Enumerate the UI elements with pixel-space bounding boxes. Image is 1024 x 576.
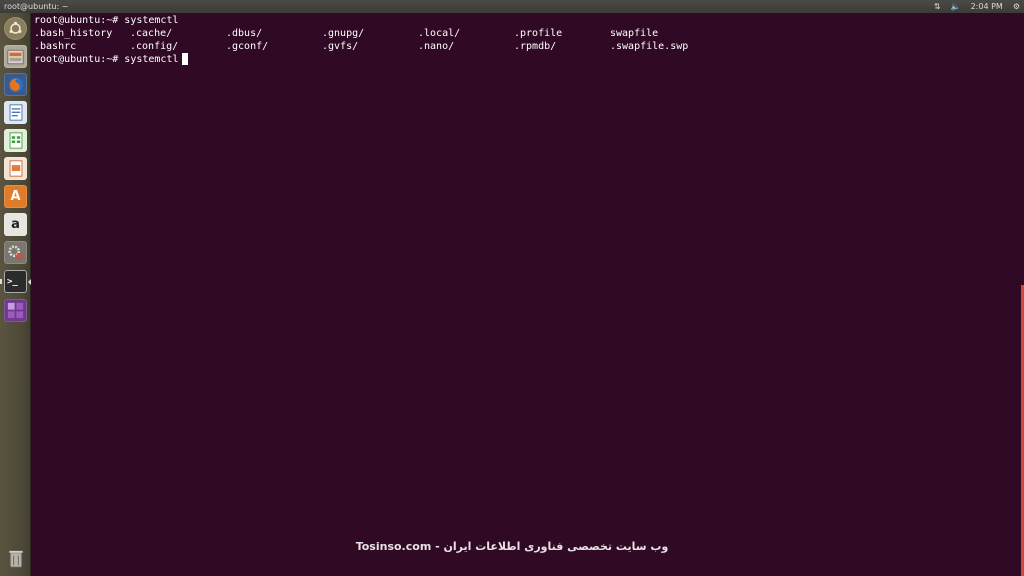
command-line: root@ubuntu:~# systemctl: [34, 15, 179, 26]
prompt-text: root@ubuntu:~# systemctl: [34, 54, 179, 65]
launcher: A a >_: [0, 13, 31, 576]
ls-entry: .bashrc: [34, 41, 77, 52]
ls-entry: .cache/: [130, 28, 173, 39]
software-center-icon[interactable]: A: [4, 185, 27, 208]
indicator-area: ⇅ 🔈 2:04 PM ⚙: [934, 0, 1020, 13]
terminal-window[interactable]: root@ubuntu:~# systemctl .bash_history .…: [32, 13, 1024, 576]
terminal-icon[interactable]: >_: [4, 270, 31, 293]
window-title: root@ubuntu: ~: [4, 2, 69, 11]
firefox-icon[interactable]: [4, 73, 27, 96]
settings-gears-icon[interactable]: [4, 241, 27, 264]
ls-entry: .swapfile.swp: [610, 41, 689, 52]
workspace-switcher-icon[interactable]: [4, 299, 27, 322]
gear-icon[interactable]: ⚙: [1013, 0, 1020, 13]
ls-entry: .profile: [514, 28, 563, 39]
ls-entry: .gconf/: [226, 41, 269, 52]
amazon-icon[interactable]: a: [4, 213, 27, 236]
ls-entry: .config/: [130, 41, 179, 52]
libreoffice-impress-icon[interactable]: [4, 157, 27, 180]
ls-entry: .gvfs/: [322, 41, 359, 52]
ls-entry: .nano/: [418, 41, 455, 52]
ls-entry: .bash_history: [34, 28, 113, 39]
ls-entry: .gnupg/: [322, 28, 365, 39]
ls-entry: .local/: [418, 28, 461, 39]
ubuntu-logo-icon[interactable]: [4, 17, 27, 40]
ls-entry: swapfile: [610, 28, 659, 39]
updown-arrows-icon[interactable]: ⇅: [934, 0, 941, 13]
prompt-line[interactable]: root@ubuntu:~# systemctl: [34, 53, 1024, 66]
file-cabinet-icon[interactable]: [4, 45, 27, 68]
libreoffice-writer-icon[interactable]: [4, 101, 27, 124]
running-indicator: [0, 279, 2, 284]
text-cursor: [181, 53, 188, 65]
ls-output-row: .bashrc .config/ .gconf/ .gvfs/ .nano/ .…: [34, 40, 1024, 53]
speaker-icon[interactable]: 🔈: [951, 0, 961, 13]
ls-entry: .dbus/: [226, 28, 263, 39]
top-panel: root@ubuntu: ~ ⇅ 🔈 2:04 PM ⚙: [0, 0, 1024, 13]
watermark: Tosinso.com - وب سایت تخصصی فناوری اطلاع…: [355, 540, 669, 553]
ls-output-row: .bash_history .cache/ .dbus/ .gnupg/ .lo…: [34, 27, 1024, 40]
ls-entry: .rpmdb/: [514, 41, 557, 52]
libreoffice-calc-icon[interactable]: [4, 129, 27, 152]
clock[interactable]: 2:04 PM: [971, 0, 1003, 13]
